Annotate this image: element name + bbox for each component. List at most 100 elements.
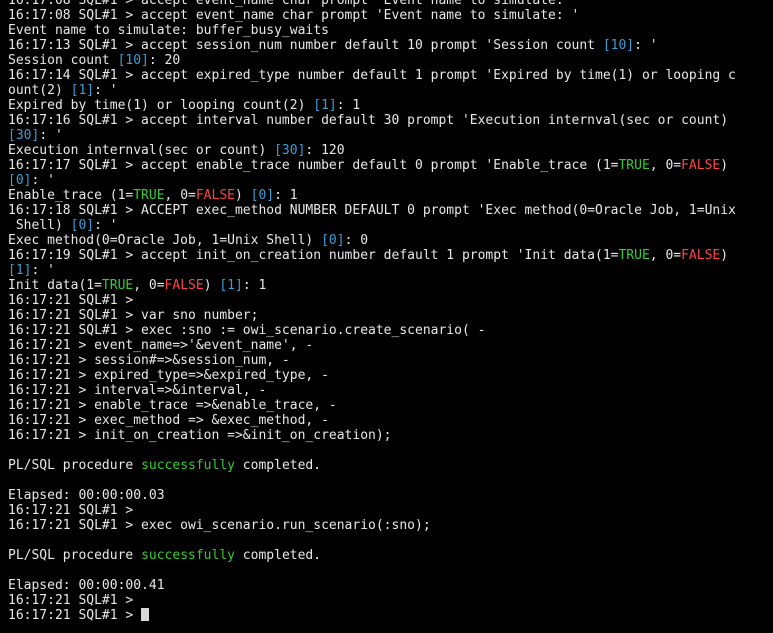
- text-segment: Shell): [8, 218, 71, 233]
- text-segment: Session count: [8, 53, 118, 68]
- text-segment: Init data(1=: [8, 278, 102, 293]
- text-segment: ount(2): [8, 83, 71, 98]
- terminal-line: [1]: ': [8, 263, 758, 278]
- text-segment: ): [203, 278, 220, 293]
- terminal-line: 16:17:21 > session#=>&session_num, -: [8, 353, 758, 368]
- highlight-blue: [1]: [219, 278, 243, 293]
- terminal-line: Enable_trace (1=TRUE, 0=FALSE) [0]: 1: [8, 188, 758, 203]
- terminal-line: 16:17:21 SQL#1 > exec :sno := owi_scenar…: [8, 323, 758, 338]
- text-segment: : ': [31, 173, 55, 188]
- terminal-line: Init data(1=TRUE, 0=FALSE) [1]: 1: [8, 278, 758, 293]
- terminal-line: [0]: ': [8, 173, 758, 188]
- terminal-line: 16:17:21 > init_on_creation =>&init_on_c…: [8, 428, 758, 443]
- text-segment: 16:17:21 SQL#1 >: [8, 293, 134, 308]
- text-segment: : ': [31, 263, 55, 278]
- terminal-line: 16:17:21 > interval=>&interval, -: [8, 383, 758, 398]
- highlight-blue: [1]: [8, 263, 32, 278]
- terminal-line: 16:17:21 SQL#1 >: [8, 593, 758, 608]
- text-segment: 16:17:21 SQL#1 >: [8, 593, 134, 608]
- terminal-line: Elapsed: 00:00:00.41: [8, 578, 758, 593]
- text-segment: Exec method(0=Oracle Job, 1=Unix Shell): [8, 233, 322, 248]
- highlight-green: TRUE: [618, 248, 650, 263]
- text-segment: completed.: [234, 458, 322, 473]
- terminal-line: 16:17:08 SQL#1 > accept event_name char …: [8, 0, 758, 8]
- terminal-line: [30]: ': [8, 128, 758, 143]
- terminal-line: 16:17:21 > event_name=>'&event_name', -: [8, 338, 758, 353]
- terminal-line: 16:17:21 > enable_trace =>&enable_trace,…: [8, 398, 758, 413]
- terminal-line: Execution internval(sec or count) [30]: …: [8, 143, 758, 158]
- terminal-line: 16:17:13 SQL#1 > accept session_num numb…: [8, 38, 758, 53]
- terminal-line: 16:17:16 SQL#1 > accept interval number …: [8, 113, 758, 128]
- terminal-line: 16:17:21 > exec_method => &exec_method, …: [8, 413, 758, 428]
- terminal-line: PL/SQL procedure successfully completed.: [8, 458, 758, 473]
- terminal-line: 16:17:19 SQL#1 > accept init_on_creation…: [8, 248, 758, 263]
- text-segment: : 1: [336, 98, 361, 113]
- text-segment: 16:17:21 > enable_trace =>&enable_trace,…: [8, 398, 337, 413]
- text-segment: 16:17:21 > interval=>&interval, -: [8, 383, 267, 398]
- text-segment: Expired by time(1) or looping count(2): [8, 98, 314, 113]
- highlight-red: FALSE: [195, 188, 235, 203]
- text-segment: : 120: [305, 143, 345, 158]
- text-segment: completed.: [234, 548, 322, 563]
- terminal-line: Event name to simulate: buffer_busy_wait…: [8, 23, 758, 38]
- terminal-line: ount(2) [1]: ': [8, 83, 758, 98]
- highlight-blue: [0]: [321, 233, 345, 248]
- text-segment: 16:17:21 > session#=>&session_num, -: [8, 353, 290, 368]
- terminal-line: 16:17:21 SQL#1 > var sno number;: [8, 308, 758, 323]
- text-segment: 16:17:14 SQL#1 > accept expired_type num…: [8, 68, 736, 83]
- terminal-line: 16:17:18 SQL#1 > ACCEPT exec_method NUMB…: [8, 203, 758, 218]
- text-segment: Event name to simulate: buffer_busy_wait…: [8, 23, 329, 38]
- highlight-red: FALSE: [681, 158, 721, 173]
- text-segment: PL/SQL procedure: [8, 548, 142, 563]
- highlight-blue: [30]: [274, 143, 306, 158]
- text-segment: 16:17:21 SQL#1 >: [8, 608, 142, 623]
- text-segment: : 1: [274, 188, 298, 203]
- text-segment: 16:17:19 SQL#1 > accept init_on_creation…: [8, 248, 619, 263]
- text-cursor: [141, 608, 150, 621]
- highlight-blue: [10]: [602, 38, 635, 53]
- terminal-line: 16:17:21 SQL#1 > exec owi_scenario.run_s…: [8, 518, 758, 533]
- text-segment: Elapsed: 00:00:00.03: [8, 488, 165, 503]
- text-segment: 16:17:16 SQL#1 > accept interval number …: [8, 113, 729, 128]
- text-segment: 16:17:08 SQL#1 > accept event_name char …: [8, 0, 580, 8]
- text-segment: ): [720, 248, 729, 263]
- terminal-output: 16:17:08 SQL#1 > accept event_name char …: [8, 0, 758, 623]
- terminal-line: 16:17:21 > expired_type=>&expired_type, …: [8, 368, 758, 383]
- terminal-line: 16:17:08 SQL#1 > accept event_name char …: [8, 8, 758, 23]
- text-segment: Execution internval(sec or count): [8, 143, 275, 158]
- text-segment: : ': [94, 83, 118, 98]
- highlight-green: successfully: [141, 458, 235, 473]
- text-segment: 16:17:21 SQL#1 > var sno number;: [8, 308, 259, 323]
- highlight-blue: [10]: [117, 53, 149, 68]
- text-segment: PL/SQL procedure: [8, 458, 142, 473]
- terminal-line: 16:17:17 SQL#1 > accept enable_trace num…: [8, 158, 758, 173]
- terminal-window[interactable]: 16:17:08 SQL#1 > accept event_name char …: [0, 0, 763, 628]
- text-segment: ): [235, 188, 251, 203]
- terminal-line: Elapsed: 00:00:00.03: [8, 488, 758, 503]
- text-segment: 16:17:08 SQL#1 > accept event_name char …: [8, 8, 580, 23]
- text-segment: : 1: [242, 278, 267, 293]
- text-segment: 16:17:21 SQL#1 > exec owi_scenario.run_s…: [8, 518, 431, 533]
- highlight-red: FALSE: [164, 278, 204, 293]
- text-segment: 16:17:21 > init_on_creation =>&init_on_c…: [8, 428, 392, 443]
- text-segment: ): [720, 158, 729, 173]
- status-text: ... ... ... ... .... ... ... .. ... ... …: [30, 628, 480, 631]
- text-segment: , 0=: [133, 278, 165, 293]
- text-segment: 16:17:13 SQL#1 > accept session_num numb…: [8, 38, 603, 53]
- text-segment: Elapsed: 00:00:00.41: [8, 578, 165, 593]
- terminal-line: Expired by time(1) or looping count(2) […: [8, 98, 758, 113]
- highlight-blue: [0]: [70, 218, 95, 233]
- terminal-line: 16:17:14 SQL#1 > accept expired_type num…: [8, 68, 758, 83]
- highlight-blue: [0]: [250, 188, 275, 203]
- text-segment: : 0: [344, 233, 369, 248]
- terminal-line: Shell) [0]: ': [8, 218, 758, 233]
- text-segment: 16:17:21 SQL#1 >: [8, 503, 134, 518]
- text-segment: , 0=: [649, 248, 682, 263]
- text-segment: Enable_trace (1=: [8, 188, 134, 203]
- text-segment: 16:17:18 SQL#1 > ACCEPT exec_method NUMB…: [8, 203, 736, 218]
- text-segment: 16:17:21 > event_name=>'&event_name', -: [8, 338, 314, 353]
- highlight-green: TRUE: [618, 158, 650, 173]
